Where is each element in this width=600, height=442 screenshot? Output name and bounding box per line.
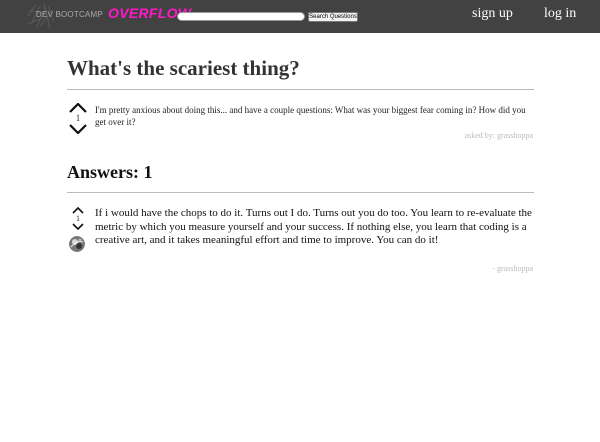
vote-count: 1 — [76, 214, 80, 223]
chevron-up-icon[interactable] — [69, 103, 87, 113]
chevron-down-icon[interactable] — [72, 223, 84, 230]
search-button[interactable]: Search Questions — [308, 12, 358, 22]
vote-count: 1 — [75, 113, 81, 123]
header-bar: DEV BOOTCAMP OVERFLOW Search Questions s… — [0, 0, 600, 33]
sign-up-link[interactable]: sign up — [472, 6, 513, 22]
question-vote-control: 1 — [68, 103, 88, 134]
log-in-link[interactable]: log in — [544, 6, 576, 22]
answer-author: - grasshoppa — [492, 264, 533, 273]
divider — [67, 89, 534, 90]
divider — [67, 192, 534, 193]
chevron-up-icon[interactable] — [72, 207, 84, 214]
answers-heading: Answers: 1 — [67, 162, 153, 182]
search-input[interactable] — [177, 12, 305, 21]
chevron-down-icon[interactable] — [69, 124, 87, 134]
avatar-icon — [69, 236, 85, 252]
answer-vote-control: 1 — [68, 207, 88, 230]
question-body: I'm pretty anxious about doing this... a… — [95, 105, 526, 127]
question-title: What's the scariest thing? — [67, 56, 300, 80]
logo-text[interactable]: DEV BOOTCAMP — [36, 10, 103, 19]
answer-body: If i would have the chops to do it. Turn… — [95, 207, 532, 246]
question-author: asked by: grasshoppa — [464, 131, 533, 140]
